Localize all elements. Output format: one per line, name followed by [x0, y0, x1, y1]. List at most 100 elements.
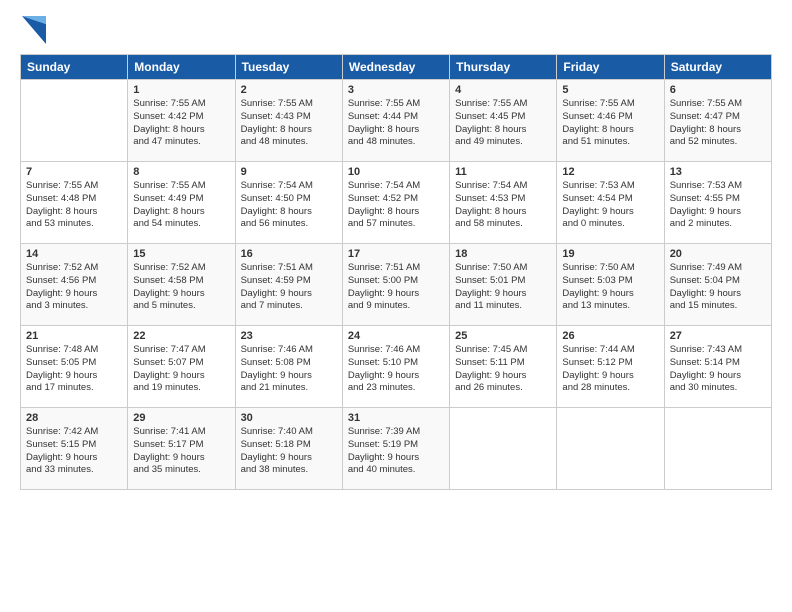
day-number: 15 — [133, 248, 229, 260]
day-number: 7 — [26, 166, 122, 178]
header-cell-saturday: Saturday — [664, 55, 771, 80]
day-number: 21 — [26, 330, 122, 342]
day-number: 28 — [26, 412, 122, 424]
calendar-cell: 14 Sunrise: 7:52 AMSunset: 4:56 PMDayligh… — [21, 244, 128, 326]
calendar-cell — [450, 408, 557, 490]
day-number: 26 — [562, 330, 658, 342]
week-row-4: 28 Sunrise: 7:42 AMSunset: 5:15 PMDayligh… — [21, 408, 772, 490]
calendar-cell: 8 Sunrise: 7:55 AMSunset: 4:49 PMDaylight… — [128, 162, 235, 244]
logo — [20, 16, 46, 44]
calendar-cell: 24Sunrise: 7:46 AMSunset: 5:10 PMDayligh… — [342, 326, 449, 408]
day-info: Sunrise: 7:50 AMSunset: 5:01 PMDaylight:… — [455, 262, 551, 313]
week-row-1: 7 Sunrise: 7:55 AMSunset: 4:48 PMDaylight… — [21, 162, 772, 244]
logo-icon — [22, 16, 46, 44]
day-info: Sunrise: 7:42 AMSunset: 5:15 PMDaylight:… — [26, 426, 122, 477]
calendar-cell: 16Sunrise: 7:51 AMSunset: 4:59 PMDayligh… — [235, 244, 342, 326]
header-cell-thursday: Thursday — [450, 55, 557, 80]
calendar-cell: 23 Sunrise: 7:46 AMSunset: 5:08 PMDayligh… — [235, 326, 342, 408]
day-info: Sunrise: 7:47 AMSunset: 5:07 PMDaylight:… — [133, 344, 229, 395]
calendar-cell: 25 Sunrise: 7:45 AMSunset: 5:11 PMDayligh… — [450, 326, 557, 408]
day-info: Sunrise: 7:55 AMSunset: 4:47 PMDaylight:… — [670, 98, 766, 149]
calendar-cell: 5 Sunrise: 7:55 AMSunset: 4:46 PMDaylight… — [557, 80, 664, 162]
calendar-cell: 29 Sunrise: 7:41 AMSunset: 5:17 PMDayligh… — [128, 408, 235, 490]
day-info: Sunrise: 7:51 AMSunset: 5:00 PMDaylight:… — [348, 262, 444, 313]
header-cell-friday: Friday — [557, 55, 664, 80]
day-info: Sunrise: 7:52 AMSunset: 4:56 PMDaylight:… — [26, 262, 122, 313]
day-info: Sunrise: 7:55 AMSunset: 4:44 PMDaylight:… — [348, 98, 444, 149]
day-number: 4 — [455, 84, 551, 96]
calendar-cell: 6 Sunrise: 7:55 AMSunset: 4:47 PMDaylight… — [664, 80, 771, 162]
day-number: 16 — [241, 248, 337, 260]
day-info: Sunrise: 7:55 AMSunset: 4:42 PMDaylight:… — [133, 98, 229, 149]
day-info: Sunrise: 7:55 AMSunset: 4:43 PMDaylight:… — [241, 98, 337, 149]
day-info: Sunrise: 7:53 AMSunset: 4:55 PMDaylight:… — [670, 180, 766, 231]
calendar-cell: 4 Sunrise: 7:55 AMSunset: 4:45 PMDaylight… — [450, 80, 557, 162]
header-cell-sunday: Sunday — [21, 55, 128, 80]
day-number: 8 — [133, 166, 229, 178]
calendar-cell — [664, 408, 771, 490]
calendar-table: SundayMondayTuesdayWednesdayThursdayFrid… — [20, 54, 772, 490]
day-info: Sunrise: 7:55 AMSunset: 4:49 PMDaylight:… — [133, 180, 229, 231]
day-number: 22 — [133, 330, 229, 342]
day-number: 24 — [348, 330, 444, 342]
day-info: Sunrise: 7:46 AMSunset: 5:08 PMDaylight:… — [241, 344, 337, 395]
calendar-cell: 15Sunrise: 7:52 AMSunset: 4:58 PMDayligh… — [128, 244, 235, 326]
calendar-cell: 12 Sunrise: 7:53 AMSunset: 4:54 PMDayligh… — [557, 162, 664, 244]
day-info: Sunrise: 7:50 AMSunset: 5:03 PMDaylight:… — [562, 262, 658, 313]
day-info: Sunrise: 7:39 AMSunset: 5:19 PMDaylight:… — [348, 426, 444, 477]
day-number: 20 — [670, 248, 766, 260]
day-number: 23 — [241, 330, 337, 342]
calendar-cell: 30Sunrise: 7:40 AMSunset: 5:18 PMDayligh… — [235, 408, 342, 490]
day-number: 13 — [670, 166, 766, 178]
day-info: Sunrise: 7:55 AMSunset: 4:45 PMDaylight:… — [455, 98, 551, 149]
calendar-cell: 9Sunrise: 7:54 AMSunset: 4:50 PMDaylight… — [235, 162, 342, 244]
calendar-body: 1Sunrise: 7:55 AMSunset: 4:42 PMDaylight… — [21, 80, 772, 490]
day-number: 5 — [562, 84, 658, 96]
day-number: 2 — [241, 84, 337, 96]
day-info: Sunrise: 7:48 AMSunset: 5:05 PMDaylight:… — [26, 344, 122, 395]
day-number: 12 — [562, 166, 658, 178]
calendar-cell: 10Sunrise: 7:54 AMSunset: 4:52 PMDayligh… — [342, 162, 449, 244]
day-info: Sunrise: 7:41 AMSunset: 5:17 PMDaylight:… — [133, 426, 229, 477]
calendar-cell: 2 Sunrise: 7:55 AMSunset: 4:43 PMDaylight… — [235, 80, 342, 162]
calendar-cell: 7 Sunrise: 7:55 AMSunset: 4:48 PMDaylight… — [21, 162, 128, 244]
calendar-header: SundayMondayTuesdayWednesdayThursdayFrid… — [21, 55, 772, 80]
week-row-0: 1Sunrise: 7:55 AMSunset: 4:42 PMDaylight… — [21, 80, 772, 162]
day-number: 3 — [348, 84, 444, 96]
day-number: 18 — [455, 248, 551, 260]
calendar-cell: 18 Sunrise: 7:50 AMSunset: 5:01 PMDayligh… — [450, 244, 557, 326]
week-row-2: 14 Sunrise: 7:52 AMSunset: 4:56 PMDayligh… — [21, 244, 772, 326]
calendar-cell: 11 Sunrise: 7:54 AMSunset: 4:53 PMDayligh… — [450, 162, 557, 244]
day-info: Sunrise: 7:49 AMSunset: 5:04 PMDaylight:… — [670, 262, 766, 313]
calendar-cell: 13 Sunrise: 7:53 AMSunset: 4:55 PMDayligh… — [664, 162, 771, 244]
day-info: Sunrise: 7:55 AMSunset: 4:46 PMDaylight:… — [562, 98, 658, 149]
calendar-cell: 31 Sunrise: 7:39 AMSunset: 5:19 PMDayligh… — [342, 408, 449, 490]
calendar-cell: 21 Sunrise: 7:48 AMSunset: 5:05 PMDayligh… — [21, 326, 128, 408]
calendar-cell: 20 Sunrise: 7:49 AMSunset: 5:04 PMDayligh… — [664, 244, 771, 326]
day-number: 17 — [348, 248, 444, 260]
day-number: 27 — [670, 330, 766, 342]
day-number: 11 — [455, 166, 551, 178]
day-number: 14 — [26, 248, 122, 260]
calendar-cell: 19 Sunrise: 7:50 AMSunset: 5:03 PMDayligh… — [557, 244, 664, 326]
day-number: 19 — [562, 248, 658, 260]
day-info: Sunrise: 7:45 AMSunset: 5:11 PMDaylight:… — [455, 344, 551, 395]
day-number: 6 — [670, 84, 766, 96]
day-info: Sunrise: 7:53 AMSunset: 4:54 PMDaylight:… — [562, 180, 658, 231]
day-info: Sunrise: 7:54 AMSunset: 4:53 PMDaylight:… — [455, 180, 551, 231]
day-info: Sunrise: 7:55 AMSunset: 4:48 PMDaylight:… — [26, 180, 122, 231]
calendar-cell: 22 Sunrise: 7:47 AMSunset: 5:07 PMDayligh… — [128, 326, 235, 408]
calendar-cell — [21, 80, 128, 162]
day-number: 31 — [348, 412, 444, 424]
header-cell-tuesday: Tuesday — [235, 55, 342, 80]
calendar-cell: 3 Sunrise: 7:55 AMSunset: 4:44 PMDaylight… — [342, 80, 449, 162]
calendar-page: SundayMondayTuesdayWednesdayThursdayFrid… — [0, 0, 792, 502]
day-number: 25 — [455, 330, 551, 342]
day-info: Sunrise: 7:40 AMSunset: 5:18 PMDaylight:… — [241, 426, 337, 477]
calendar-cell: 1Sunrise: 7:55 AMSunset: 4:42 PMDaylight… — [128, 80, 235, 162]
header-cell-monday: Monday — [128, 55, 235, 80]
header-row: SundayMondayTuesdayWednesdayThursdayFrid… — [21, 55, 772, 80]
day-number: 10 — [348, 166, 444, 178]
calendar-cell — [557, 408, 664, 490]
day-number: 29 — [133, 412, 229, 424]
